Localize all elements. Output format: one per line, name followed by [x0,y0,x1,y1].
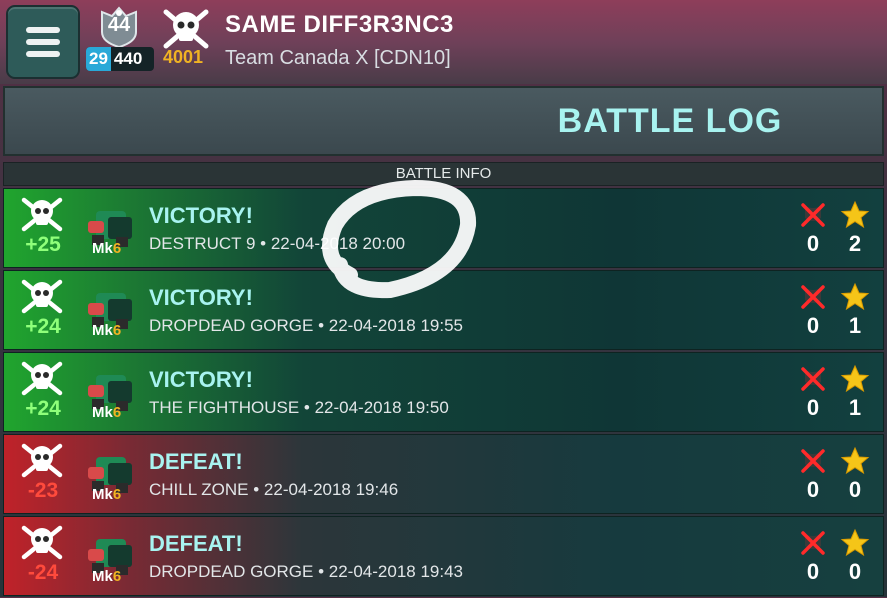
page-title: BATTLE LOG [557,102,783,140]
skull-crossbones-icon [21,279,63,314]
kills-count: 0 [806,559,820,584]
skull-count: 4001 [163,47,204,67]
battle-result: VICTORY! [149,367,253,392]
trophy-change: -23 [27,479,59,502]
stars-count: 1 [848,313,862,338]
skull-crossbones-icon [21,361,63,396]
battle-datetime: 22-04-2018 19:46 [263,480,399,499]
battle-row[interactable]: +24 Mk6 VICTORY! THE FIGHTHOUSE • 22-04-… [3,352,884,432]
map-name: DESTRUCT 9 [149,234,256,253]
stars-count: 1 [848,395,862,420]
battle-row[interactable]: +24 Mk6 VICTORY! DROPDEAD GORGE • 22-04-… [3,270,884,350]
mk-level: Mk6 [92,404,122,421]
hamburger-menu-icon[interactable] [6,5,80,79]
kills-icon [801,203,825,227]
rank-badge[interactable]: 44 [94,6,144,49]
battle-result: DEFEAT! [149,531,243,556]
map-name: THE FIGHTHOUSE [149,398,300,417]
skull-crossbones-icon [21,197,63,232]
star-icon [840,528,870,557]
star-icon [840,282,870,311]
skull-crossbones-icon [163,9,209,49]
battle-result: VICTORY! [149,203,253,228]
battle-row[interactable]: +25 Mk6 VICTORY! DESTRUCT 9 • 22-04-2018… [3,188,884,268]
section-label: BATTLE INFO [3,162,884,186]
kills-count: 0 [806,477,820,502]
star-icon [840,446,870,475]
player-name: SAME DIFF3R3NC3 [225,11,454,38]
level-xp-bar: 29 440 [86,47,154,71]
battle-map-time: DESTRUCT 9 • 22-04-2018 20:00 [149,234,406,253]
kills-count: 0 [806,231,820,256]
player-xp: 440 [113,49,143,68]
map-name: DROPDEAD GORGE [149,562,314,581]
kills-icon [801,285,825,309]
skull-crossbones-icon [21,443,63,478]
map-name: CHILL ZONE [149,480,249,499]
stars-count: 0 [848,559,862,584]
kills-count: 0 [806,395,820,420]
mk-level: Mk6 [92,240,122,257]
star-icon [840,200,870,229]
mk-level: Mk6 [92,322,122,339]
battle-map-time: DROPDEAD GORGE • 22-04-2018 19:55 [149,316,463,335]
battle-datetime: 22-04-2018 19:43 [328,562,463,581]
player-level: 29 [86,47,111,71]
battle-row[interactable]: -23 Mk6 DEFEAT! CHILL ZONE • 22-04-2018 … [3,434,884,514]
stars-count: 0 [848,477,862,502]
title-bar: BATTLE LOG [3,86,884,156]
kills-icon [801,449,825,473]
mk-level: Mk6 [92,486,122,503]
skull-crossbones-icon [21,525,63,560]
trophy-change: +24 [25,315,61,338]
kills-icon [801,367,825,391]
battle-row[interactable]: -24 Mk6 DEFEAT! DROPDEAD GORGE • 22-04-2… [3,516,884,596]
kills-count: 0 [806,313,820,338]
trophy-change: +25 [25,233,61,256]
team-name[interactable]: Team Canada X [CDN10] [225,47,451,70]
battle-datetime: 22-04-2018 20:00 [270,234,406,253]
battle-result: VICTORY! [149,285,253,310]
battle-datetime: 22-04-2018 19:50 [314,398,449,417]
battle-map-time: DROPDEAD GORGE • 22-04-2018 19:43 [149,562,463,581]
kills-icon [801,531,825,555]
stars-count: 2 [848,231,862,256]
top-header: 44 29 440 4001 SAME DIFF3R3NC3 Team Cana… [0,0,887,84]
battle-result: DEFEAT! [149,449,243,474]
trophy-change: -24 [27,561,59,584]
battle-list: +25 Mk6 VICTORY! DESTRUCT 9 • 22-04-2018… [3,188,884,598]
trophy-change: +24 [25,397,61,420]
rank-number: 44 [107,14,131,36]
map-name: DROPDEAD GORGE [149,316,314,335]
mk-level: Mk6 [92,568,122,585]
battle-map-time: CHILL ZONE • 22-04-2018 19:46 [149,480,399,499]
star-icon [840,364,870,393]
battle-datetime: 22-04-2018 19:55 [328,316,463,335]
battle-map-time: THE FIGHTHOUSE • 22-04-2018 19:50 [149,398,449,417]
